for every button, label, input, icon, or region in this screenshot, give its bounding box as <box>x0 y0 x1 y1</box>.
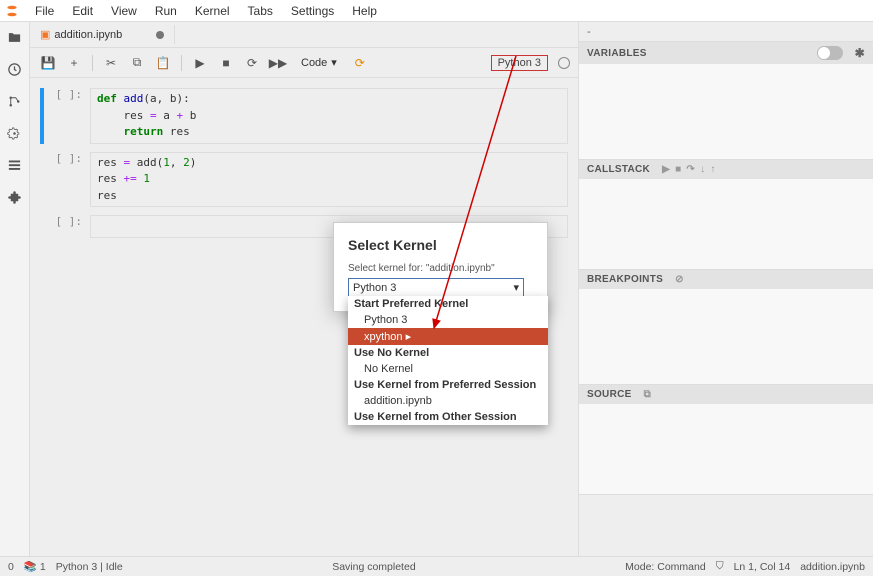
gear-icon[interactable]: ✱ <box>855 46 865 60</box>
save-icon[interactable]: 💾 <box>38 53 58 73</box>
menu-run[interactable]: Run <box>146 2 186 20</box>
dropdown-group-header: Start Preferred Kernel <box>348 296 548 312</box>
menu-kernel[interactable]: Kernel <box>186 2 239 20</box>
source-body <box>579 404 873 494</box>
variables-label: VARIABLES <box>587 48 647 59</box>
cut-icon[interactable]: ✂ <box>101 53 121 73</box>
chevron-down-icon: ▾ <box>331 56 337 69</box>
dropdown-group-header: Use Kernel from Preferred Session <box>348 377 548 393</box>
cell-prompt: [ ]: <box>40 152 90 208</box>
cursor-icon: ▸ <box>403 331 412 343</box>
dialog-subtitle: Select kernel for: "addition.ipynb" <box>348 263 533 274</box>
restart-icon[interactable]: ⟳ <box>242 53 262 73</box>
menu-tabs[interactable]: Tabs <box>239 2 282 20</box>
breakpoints-label: BREAKPOINTS <box>587 274 663 285</box>
paste-icon[interactable]: 📋 <box>153 53 173 73</box>
dialog-title: Select Kernel <box>348 237 533 253</box>
extensions-icon[interactable] <box>6 188 24 206</box>
cell-prompt: [ ]: <box>40 88 90 144</box>
rewind-icon[interactable]: ⟳ <box>350 53 370 73</box>
status-mode: Mode: Command <box>625 561 706 573</box>
stepout-icon[interactable]: ↑ <box>710 164 715 175</box>
kernel-select-dropdown[interactable]: Python 3 ▾ <box>348 278 524 297</box>
copy-icon[interactable]: ⧉ <box>127 53 147 73</box>
running-icon[interactable] <box>6 60 24 78</box>
dropdown-item[interactable]: xpython ▸ <box>348 328 548 345</box>
dropdown-item[interactable]: No Kernel <box>348 361 548 377</box>
tab-filename: addition.ipynb <box>54 29 122 41</box>
right-panel-dash: - <box>587 26 591 38</box>
breakpoints-body <box>579 289 873 384</box>
run-icon[interactable]: ▶ <box>190 53 210 73</box>
toc-icon[interactable] <box>6 156 24 174</box>
kernel-name-button[interactable]: Python 3 <box>491 55 548 71</box>
menu-help[interactable]: Help <box>343 2 386 20</box>
menu-edit[interactable]: Edit <box>63 2 102 20</box>
code-cell[interactable]: [ ]:def add(a, b): res = a + b return re… <box>40 88 568 144</box>
kernel-status-icon <box>558 57 570 69</box>
notebook-tab[interactable]: ▣ addition.ipynb <box>30 25 175 44</box>
commands-icon[interactable] <box>6 124 24 142</box>
fastforward-icon[interactable]: ▶▶ <box>268 53 288 73</box>
cell-body[interactable]: def add(a, b): res = a + b return res <box>90 88 568 144</box>
status-saving: Saving completed <box>332 561 415 573</box>
dropdown-item[interactable]: Python 3 <box>348 312 548 328</box>
notebook-icon: ▣ <box>40 28 50 41</box>
add-cell-icon[interactable]: + <box>64 53 84 73</box>
chevron-down-icon: ▾ <box>513 281 519 294</box>
kernel-dropdown-list: Start Preferred KernelPython 3xpython ▸U… <box>348 296 548 425</box>
status-tabs[interactable]: 📚 1 <box>24 560 46 573</box>
variables-body <box>579 64 873 159</box>
status-position[interactable]: Ln 1, Col 14 <box>734 561 791 573</box>
cell-body[interactable]: res = add(1, 2) res += 1 res <box>90 152 568 208</box>
status-errors[interactable]: 0 <box>8 561 14 573</box>
dropdown-item[interactable]: addition.ipynb <box>348 393 548 409</box>
trusted-icon: ⛉ <box>716 560 724 573</box>
unsaved-dot-icon <box>156 31 164 39</box>
git-icon[interactable] <box>6 92 24 110</box>
continue-icon[interactable]: ▶ <box>662 164 670 175</box>
jupyter-logo-icon <box>4 3 20 19</box>
dropdown-group-header: Use No Kernel <box>348 345 548 361</box>
menu-file[interactable]: File <box>26 2 63 20</box>
breakpoints-clear-icon[interactable]: ⊘ <box>675 274 684 285</box>
stop-icon[interactable]: ■ <box>216 53 236 73</box>
cell-prompt: [ ]: <box>40 215 90 238</box>
debug-toggle[interactable] <box>817 46 843 60</box>
folder-icon[interactable] <box>6 28 24 46</box>
stepin-icon[interactable]: ↓ <box>700 164 705 175</box>
callstack-label: CALLSTACK <box>587 164 650 175</box>
menu-settings[interactable]: Settings <box>282 2 343 20</box>
pause-icon[interactable]: ■ <box>675 164 681 175</box>
callstack-body <box>579 179 873 269</box>
status-file[interactable]: addition.ipynb <box>800 561 865 573</box>
source-label: SOURCE <box>587 389 632 400</box>
stepover-icon[interactable]: ↷ <box>686 164 695 175</box>
source-open-icon[interactable]: ⧉ <box>644 389 651 400</box>
dropdown-group-header: Use Kernel from Other Session <box>348 409 548 425</box>
code-cell[interactable]: [ ]:res = add(1, 2) res += 1 res <box>40 152 568 208</box>
status-kernel[interactable]: Python 3 | Idle <box>56 561 123 573</box>
menu-view[interactable]: View <box>102 2 146 20</box>
celltype-select[interactable]: Code ▾ <box>294 54 344 71</box>
